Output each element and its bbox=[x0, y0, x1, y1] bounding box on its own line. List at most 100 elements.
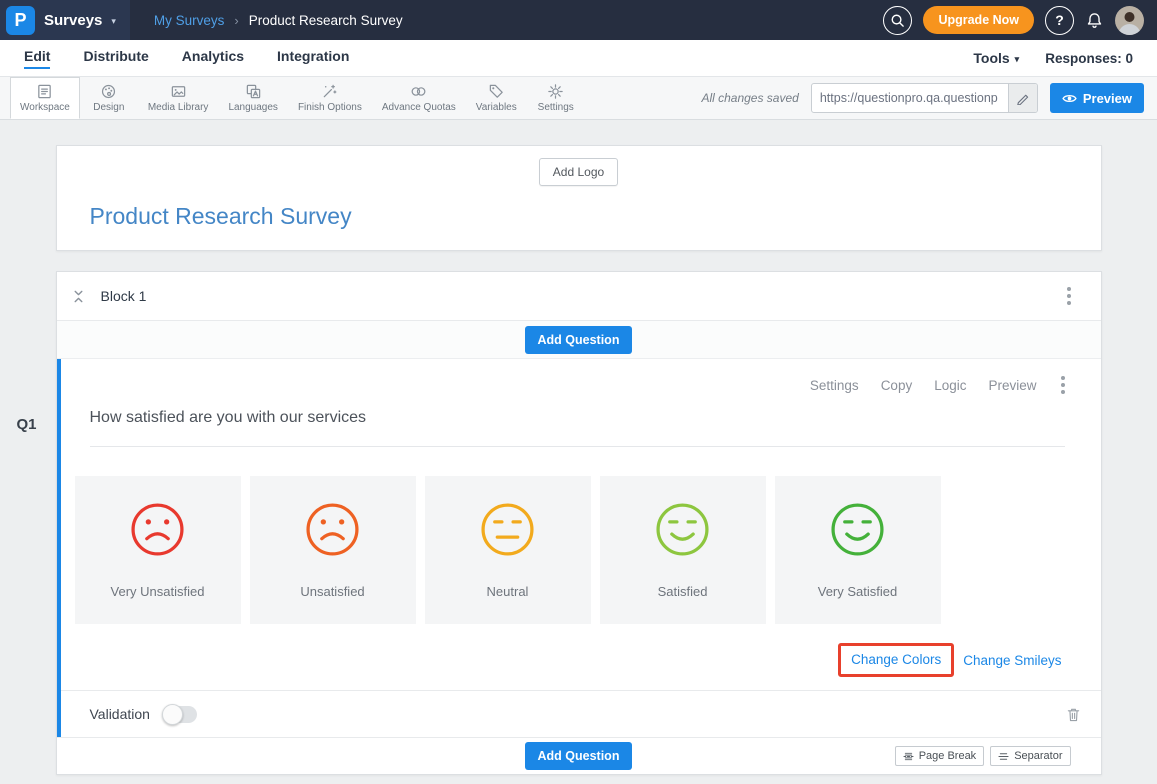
collapse-block-icon[interactable] bbox=[71, 289, 86, 304]
toolbar-media-library[interactable]: Media Library bbox=[138, 77, 219, 119]
question-number: Q1 bbox=[17, 416, 37, 433]
option-very-satisfied[interactable]: Very Satisfied bbox=[775, 476, 941, 624]
tools-label: Tools bbox=[973, 50, 1009, 66]
question-container: Q1 Settings Copy Logic Preview How satis… bbox=[57, 359, 1101, 737]
validation-row: Validation bbox=[61, 690, 1101, 737]
page-break-button[interactable]: Page Break bbox=[895, 746, 984, 766]
survey-url[interactable]: https://questionpro.qa.questionp bbox=[812, 84, 1008, 112]
chevron-down-icon: ▾ bbox=[111, 16, 116, 27]
block-header: Block 1 bbox=[57, 272, 1101, 321]
smiley-scale: Very Unsatisfied Unsatisfied Neutral Sat… bbox=[75, 476, 1101, 624]
topbar: P Surveys ▾ My Surveys › Product Researc… bbox=[0, 0, 1157, 40]
nav-right: Tools ▾ Responses: 0 bbox=[973, 50, 1133, 66]
question-logic-link[interactable]: Logic bbox=[934, 378, 966, 393]
page-break-icon bbox=[903, 751, 914, 762]
preview-button[interactable]: Preview bbox=[1050, 83, 1144, 113]
block-footer: Add Question Page Break Separator bbox=[57, 737, 1101, 774]
toolbar-settings[interactable]: Settings bbox=[527, 77, 585, 119]
pencil-icon bbox=[1016, 92, 1029, 105]
add-logo-button[interactable]: Add Logo bbox=[539, 158, 618, 186]
eye-icon bbox=[1062, 93, 1077, 104]
option-neutral[interactable]: Neutral bbox=[425, 476, 591, 624]
tab-distribute[interactable]: Distribute bbox=[83, 48, 148, 69]
add-question-button-bottom[interactable]: Add Question bbox=[525, 742, 633, 770]
annotation-highlight-box: Change Colors bbox=[838, 643, 954, 677]
toolbar-languages[interactable]: Languages bbox=[218, 77, 288, 119]
question-preview-link[interactable]: Preview bbox=[988, 378, 1036, 393]
block-title: Block 1 bbox=[101, 288, 147, 304]
frown-face-icon bbox=[129, 501, 186, 558]
avatar[interactable] bbox=[1115, 6, 1144, 35]
option-label: Unsatisfied bbox=[300, 584, 364, 599]
tab-integration[interactable]: Integration bbox=[277, 48, 349, 69]
toolbar-advance-quotas[interactable]: Advance Quotas bbox=[372, 77, 466, 119]
topbar-actions: Upgrade Now ? bbox=[883, 6, 1157, 35]
separator-button[interactable]: Separator bbox=[990, 746, 1070, 766]
question-actions: Settings Copy Logic Preview bbox=[61, 359, 1101, 396]
help-button[interactable]: ? bbox=[1045, 6, 1074, 35]
trash-icon bbox=[1066, 706, 1081, 723]
validation-toggle[interactable] bbox=[163, 706, 197, 723]
search-button[interactable] bbox=[883, 6, 912, 35]
breadcrumb: My Surveys › Product Research Survey bbox=[154, 13, 403, 28]
survey-header-card: Add Logo Product Research Survey bbox=[56, 145, 1102, 251]
smiley-links-row: Change Colors Change Smileys bbox=[61, 643, 1062, 677]
change-smileys-link[interactable]: Change Smileys bbox=[963, 653, 1061, 668]
toolbar-variables[interactable]: Variables bbox=[466, 77, 527, 119]
change-colors-link[interactable]: Change Colors bbox=[851, 652, 941, 667]
breadcrumb-current-page: Product Research Survey bbox=[249, 13, 403, 28]
option-label: Satisfied bbox=[658, 584, 708, 599]
neutral-face-icon bbox=[479, 501, 536, 558]
option-very-unsatisfied[interactable]: Very Unsatisfied bbox=[75, 476, 241, 624]
toggle-knob bbox=[162, 704, 183, 725]
bell-icon bbox=[1085, 11, 1104, 30]
option-label: Very Unsatisfied bbox=[111, 584, 205, 599]
breadcrumb-my-surveys[interactable]: My Surveys bbox=[154, 13, 225, 28]
survey-url-box: https://questionpro.qa.questionp bbox=[811, 83, 1038, 113]
palette-icon bbox=[100, 83, 117, 100]
add-question-strip-top: Add Question bbox=[57, 321, 1101, 359]
option-unsatisfied[interactable]: Unsatisfied bbox=[250, 476, 416, 624]
frown-face-icon bbox=[304, 501, 361, 558]
tab-edit[interactable]: Edit bbox=[24, 48, 50, 69]
questionpro-logo: P bbox=[6, 6, 35, 35]
block-menu-button[interactable] bbox=[1065, 285, 1073, 307]
search-icon bbox=[890, 13, 905, 28]
workspace-icon bbox=[36, 83, 53, 100]
editor-toolbar: Workspace Design Media Library Languages… bbox=[0, 77, 1157, 120]
separator-icon bbox=[998, 751, 1009, 762]
wand-icon bbox=[321, 83, 338, 100]
survey-title[interactable]: Product Research Survey bbox=[90, 203, 1101, 230]
add-question-button-top[interactable]: Add Question bbox=[525, 326, 633, 354]
product-switcher[interactable]: P Surveys ▾ bbox=[0, 0, 130, 40]
logo-letter: P bbox=[14, 10, 26, 31]
toolbar-workspace[interactable]: Workspace bbox=[10, 77, 80, 119]
translate-icon bbox=[245, 83, 262, 100]
question-text[interactable]: How satisfied are you with our services bbox=[90, 409, 1065, 447]
image-icon bbox=[170, 83, 187, 100]
option-label: Neutral bbox=[487, 584, 529, 599]
chevron-down-icon: ▾ bbox=[1015, 54, 1020, 65]
tag-icon bbox=[488, 83, 505, 100]
toolbar-finish-options[interactable]: Finish Options bbox=[288, 77, 372, 119]
question-copy-link[interactable]: Copy bbox=[881, 378, 913, 393]
toolbar-design[interactable]: Design bbox=[80, 77, 138, 119]
upgrade-now-button[interactable]: Upgrade Now bbox=[923, 6, 1034, 34]
block-card: Block 1 Add Question Q1 Settings Copy Lo… bbox=[56, 271, 1102, 775]
option-satisfied[interactable]: Satisfied bbox=[600, 476, 766, 624]
tools-menu[interactable]: Tools ▾ bbox=[973, 50, 1019, 66]
breadcrumb-separator-icon: › bbox=[234, 13, 238, 28]
nav-tabs: Edit Distribute Analytics Integration bbox=[24, 48, 349, 69]
survey-editor-canvas: Add Logo Product Research Survey Block 1… bbox=[56, 120, 1102, 775]
footer-right: Page Break Separator bbox=[895, 746, 1071, 766]
question-menu-button[interactable] bbox=[1059, 374, 1067, 396]
tab-analytics[interactable]: Analytics bbox=[182, 48, 244, 69]
notifications-button[interactable] bbox=[1085, 11, 1104, 30]
validation-label: Validation bbox=[90, 706, 150, 722]
question-settings-link[interactable]: Settings bbox=[810, 378, 859, 393]
smile-face-icon bbox=[654, 501, 711, 558]
option-label: Very Satisfied bbox=[818, 584, 898, 599]
delete-question-button[interactable] bbox=[1066, 706, 1081, 723]
edit-url-button[interactable] bbox=[1008, 84, 1037, 112]
responses-count: Responses: 0 bbox=[1045, 51, 1133, 66]
